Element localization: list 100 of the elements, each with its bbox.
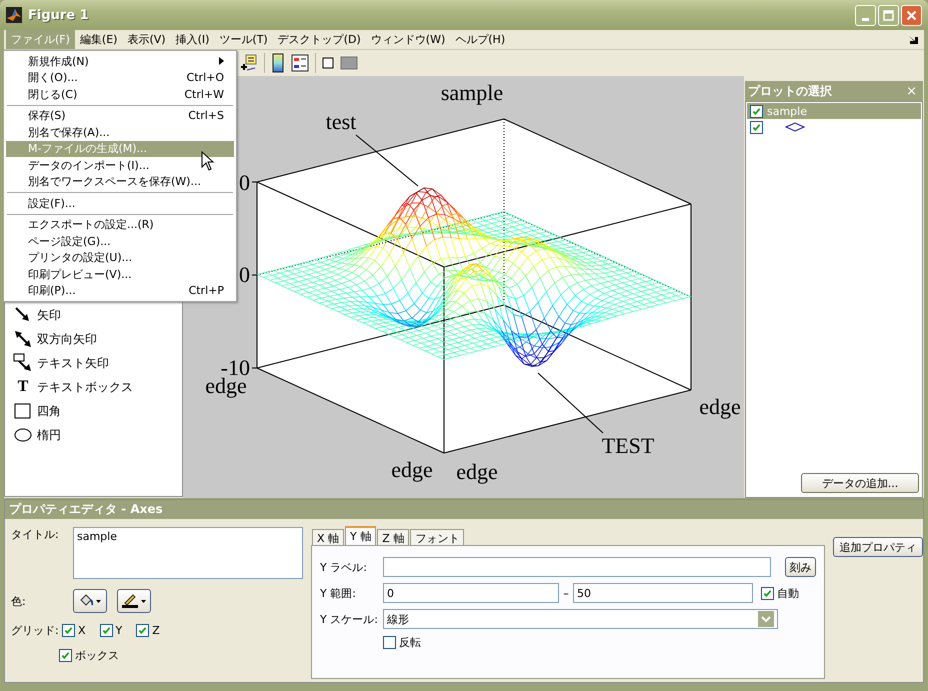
checkbox[interactable] — [761, 586, 774, 600]
checkbox[interactable] — [136, 624, 150, 637]
menu-entry-label: 閉じる(C) — [28, 86, 78, 102]
menu-entry[interactable]: エクスポートの設定...(R) — [6, 216, 234, 233]
menu-entry[interactable]: 新規作成(N) — [6, 53, 234, 70]
menu-entry[interactable]: 保存(S) Ctrl+S — [6, 108, 234, 124]
checkbox[interactable] — [100, 624, 113, 637]
shortcut-label: Ctrl+P — [188, 284, 224, 298]
palette-label[interactable]: 楕円 — [37, 426, 61, 444]
menu-entry[interactable]: 印刷(P)... Ctrl+P — [6, 282, 234, 299]
axis-tab[interactable]: Z 軸 — [377, 529, 410, 545]
legend-icon[interactable] — [291, 54, 309, 72]
box-icon[interactable] — [322, 57, 334, 69]
menu-entry-label: 新規作成(N) — [28, 54, 89, 69]
panel-title: プロットの選択 — [748, 82, 832, 100]
annotation-text: TEST — [602, 433, 654, 458]
menu-entry-label: 開く(O)... — [28, 70, 78, 86]
axis-tab[interactable]: Y 軸 — [345, 526, 376, 545]
field-label: Y スケール: — [320, 612, 377, 626]
menu-entry[interactable]: プリンタの設定(U)... — [6, 250, 234, 266]
diamond-icon — [785, 122, 805, 132]
menu-entry-label: ページ設定(G)... — [28, 234, 111, 249]
axis-tab[interactable]: フォント — [410, 529, 464, 545]
insert-legend-text-icon[interactable] — [240, 54, 258, 72]
menu-entry-label: 印刷(P)... — [28, 283, 76, 298]
more-properties-button[interactable]: 追加プロパティ — [833, 537, 923, 557]
menu-entry-label: 設定(F)... — [28, 196, 76, 211]
ticks-button[interactable]: 刻み — [784, 557, 816, 577]
shortcut-label: Ctrl+S — [188, 109, 224, 122]
menu-entry[interactable]: 別名でワークスペースを保存(W)... — [6, 174, 234, 190]
pen-icon — [122, 594, 138, 608]
menu-entry-label: M-ファイルの生成(M)... — [28, 141, 148, 156]
palette-label[interactable]: 四角 — [37, 402, 61, 420]
menu-entry-label: 別名でワークスペースを保存(W)... — [28, 174, 201, 190]
checkbox-label: 自動 — [777, 586, 799, 600]
leader-line — [538, 372, 604, 434]
palette-label[interactable]: 矢印 — [37, 306, 61, 324]
paint-bucket-icon — [79, 594, 93, 608]
menu-entry[interactable]: 閉じる(C) Ctrl+W — [6, 86, 234, 102]
text-arrow-icon[interactable] — [13, 353, 33, 373]
fill-color-dropdown[interactable] — [73, 589, 107, 613]
z-tick-label: 0 — [239, 262, 250, 287]
axis-label: edge — [699, 394, 741, 419]
menu-entry-label: データのインポート(I)... — [28, 158, 150, 173]
menu-entry-label: 保存(S) — [28, 108, 66, 124]
range-min-field[interactable]: 0 — [383, 583, 559, 603]
menu-entry-label: 別名で保存(A)... — [28, 124, 110, 140]
menu-entry-label: エクスポートの設定...(R) — [28, 217, 154, 232]
menu-entry[interactable]: 設定(F)... — [6, 195, 234, 212]
caret-icon — [96, 600, 101, 602]
menu-entry[interactable]: データのインポート(I)... — [6, 157, 234, 174]
checkbox-label: Y — [116, 624, 122, 637]
menu-item[interactable]: 編集(E) — [74, 30, 122, 49]
title-field[interactable]: sample — [73, 527, 303, 579]
palette-label[interactable]: テキストボックス — [37, 378, 133, 396]
leader-line — [356, 134, 418, 186]
field-label: 色: — [11, 594, 27, 608]
palette-label[interactable]: テキスト矢印 — [37, 354, 109, 372]
menu-item[interactable]: 表示(V) — [122, 30, 171, 49]
checkbox[interactable] — [750, 104, 763, 118]
field-label: グリッド: — [11, 623, 56, 638]
range-max-field[interactable]: 50 — [573, 583, 753, 603]
menu-entry[interactable]: 開く(O)... Ctrl+O — [6, 70, 234, 86]
y-label-field[interactable] — [383, 557, 771, 577]
menu-item[interactable]: ツール(T) — [214, 30, 273, 49]
menu-entry[interactable]: ページ設定(G)... — [6, 233, 234, 250]
plot-title: sample — [440, 80, 504, 105]
menu-item[interactable]: ヘルプ(H) — [450, 30, 510, 49]
menu-item[interactable]: 挿入(I) — [170, 30, 214, 49]
rectangle-icon[interactable] — [13, 401, 33, 421]
checkbox[interactable] — [62, 624, 75, 637]
checkbox[interactable] — [383, 636, 396, 649]
maximize-icon — [883, 10, 894, 20]
field-label: Y 範囲: — [320, 586, 357, 600]
double-arrow-icon[interactable] — [13, 329, 33, 349]
field-label: タイトル: — [11, 527, 60, 542]
colorbar-icon[interactable] — [271, 53, 285, 73]
checkbox-label: Z — [152, 624, 160, 637]
menu-item[interactable]: デスクトップ(D) — [272, 30, 366, 49]
menu-item[interactable]: ウィンドウ(W) — [366, 30, 450, 49]
checkbox-label: 反転 — [399, 635, 421, 650]
menu-entry[interactable]: 別名で保存(A)... — [6, 124, 234, 140]
palette-label[interactable]: 双方向矢印 — [37, 330, 97, 348]
shortcut-label: Ctrl+W — [184, 88, 224, 101]
edge-color-dropdown[interactable] — [117, 589, 151, 613]
add-data-button[interactable]: データの追加... — [801, 473, 919, 493]
scale-dropdown[interactable]: 線形 — [383, 609, 778, 629]
panel-title: プロパティエディタ - Axes — [5, 500, 923, 519]
axis-tab[interactable]: X 軸 — [312, 529, 344, 545]
shortcut-label: Ctrl+O — [186, 71, 224, 84]
dock-arrow-icon[interactable] — [909, 36, 918, 44]
z-tick-label: 0 — [239, 170, 250, 195]
plot-label: sample — [767, 104, 807, 118]
close-button[interactable] — [901, 4, 922, 26]
checkbox[interactable] — [59, 649, 72, 662]
checkbox[interactable] — [750, 120, 763, 134]
panel-icon[interactable] — [340, 56, 358, 70]
annotation-text: test — [326, 109, 356, 134]
textbox-icon[interactable]: T — [13, 378, 33, 396]
menu-entry[interactable]: 印刷プレビュー(V)... — [6, 266, 234, 282]
